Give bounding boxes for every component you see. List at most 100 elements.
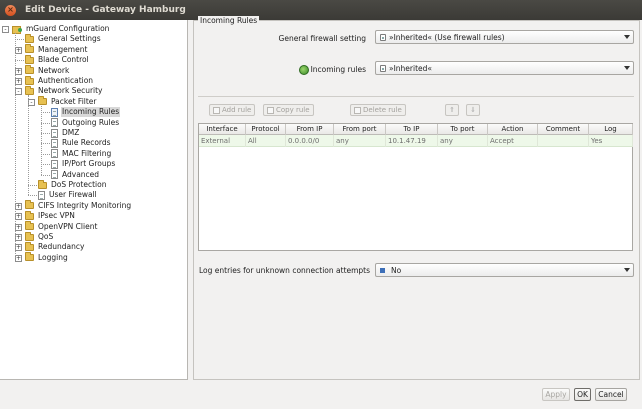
arrow-up-icon: ⇑ [449, 106, 455, 114]
collapse-icon[interactable]: - [28, 98, 35, 106]
log-unknown-value: No [391, 265, 402, 275]
device-icon [12, 25, 22, 34]
arrow-down-icon: ⇓ [470, 106, 476, 114]
tree-item-label: OpenVPN Client [38, 221, 98, 231]
tree-guide [41, 122, 50, 124]
expand-icon[interactable]: + [15, 254, 22, 262]
table-header: Interface Protocol From IP From port To IP To… [199, 124, 633, 135]
tree-item-userfw[interactable]: User Firewall [38, 190, 98, 200]
expand-icon[interactable]: + [15, 213, 22, 221]
tree-item-label: Management [38, 44, 88, 54]
tree-item-auth[interactable]: Authentication [25, 75, 94, 86]
tree-guide [41, 105, 42, 175]
tree-item-netsec[interactable]: Network Security [25, 85, 104, 96]
column-header[interactable]: Action [488, 124, 538, 135]
tree-item-qos[interactable]: QoS [25, 231, 54, 242]
chevron-down-icon [624, 268, 630, 272]
tree-item-root[interactable]: mGuard Configuration [12, 24, 110, 34]
tree-item-label: Advanced [62, 169, 100, 179]
expand-icon[interactable]: + [15, 244, 22, 252]
collapse-icon[interactable]: - [2, 26, 9, 33]
table-cell [538, 135, 589, 147]
tree-item-dmz[interactable]: DMZ [51, 128, 80, 138]
tree-item-openvpn[interactable]: OpenVPN Client [25, 221, 98, 232]
folder-icon [25, 44, 34, 54]
folder-icon [25, 241, 34, 251]
column-header[interactable]: Protocol [246, 124, 286, 135]
ok-button[interactable]: OK [574, 388, 591, 401]
column-header[interactable]: To IP [386, 124, 438, 135]
copy-icon [267, 106, 274, 114]
column-header[interactable]: From port [334, 124, 386, 135]
tree-item-label: Logging [38, 252, 68, 262]
cancel-button[interactable]: Cancel [595, 388, 627, 401]
tree-guide [28, 185, 37, 186]
tree-item-mac[interactable]: MAC Filtering [51, 149, 112, 159]
tree-item-label: Authentication [38, 76, 94, 85]
tree-item-rulerecords[interactable]: Rule Records [51, 138, 112, 148]
folder-icon [25, 85, 34, 95]
tree-guide [41, 133, 50, 134]
copy-rule-button[interactable]: Copy rule [263, 104, 314, 116]
window-title: Edit Device - Gateway Hamburg [25, 5, 186, 15]
tree-item-label: Rule Records [62, 138, 111, 148]
tree-item-cifs[interactable]: CIFS Integrity Monitoring [25, 200, 132, 211]
folder-icon [38, 179, 47, 189]
tree-guide [28, 195, 37, 197]
tree-item-packetfilter[interactable]: Packet Filter [38, 96, 98, 107]
tree-item-dos[interactable]: DoS Protection [38, 179, 107, 190]
column-header[interactable]: Log [589, 124, 633, 135]
incoming-rules-select[interactable]: »Inherited« [375, 61, 634, 75]
expand-icon[interactable]: + [15, 202, 22, 210]
tree-item-label: IP/Port Groups [62, 159, 116, 169]
tree-item-ipport[interactable]: IP/Port Groups [51, 159, 116, 169]
tree-item-label: MAC Filtering [62, 148, 112, 158]
close-icon[interactable]: × [5, 4, 16, 16]
tree-guide [41, 153, 50, 155]
general-firewall-value: »Inherited« (Use firewall rules) [389, 32, 505, 42]
column-header[interactable]: From IP [286, 124, 334, 135]
expand-icon[interactable]: + [15, 67, 22, 75]
table-row[interactable]: External All 0.0.0.0/0 any 10.1.47.19 any Acce… [199, 135, 633, 147]
expand-icon[interactable]: + [15, 46, 22, 54]
window-titlebar: × Edit Device - Gateway Hamburg [0, 0, 642, 20]
navigation-tree: mGuard Configuration - General Settings Man… [0, 20, 188, 380]
move-down-button[interactable]: ⇓ [466, 104, 480, 116]
tree-item-advanced[interactable]: Advanced [51, 170, 100, 180]
expand-icon[interactable]: + [15, 234, 22, 241]
tree-item-ipsec[interactable]: IPsec VPN [25, 210, 76, 221]
column-header[interactable]: Comment [538, 124, 589, 135]
folder-icon [25, 75, 34, 85]
tree-item-label: DMZ [62, 128, 80, 137]
folder-icon [25, 231, 34, 241]
tree-item-blade[interactable]: Blade Control [25, 54, 90, 65]
delete-rule-button[interactable]: Delete rule [350, 104, 406, 116]
tree-item-logging[interactable]: Logging [25, 252, 69, 263]
log-unknown-select[interactable]: No [375, 263, 634, 277]
column-header[interactable]: To port [438, 124, 488, 135]
general-firewall-select[interactable]: »Inherited« (Use firewall rules) [375, 30, 634, 44]
folder-icon [25, 33, 34, 43]
column-header[interactable]: Interface [199, 124, 246, 135]
document-icon [51, 149, 58, 159]
separator [198, 96, 634, 97]
expand-icon[interactable]: + [15, 78, 22, 85]
tree-item-label: General Settings [38, 34, 101, 44]
rules-table: Interface Protocol From IP From port To IP To… [198, 123, 633, 251]
tree-item-outgoing[interactable]: Outgoing Rules [51, 118, 120, 128]
add-rule-button[interactable]: Add rule [209, 104, 256, 116]
tree-item-management[interactable]: Management [25, 44, 88, 55]
tree-item-general[interactable]: General Settings [25, 33, 102, 44]
chevron-down-icon [624, 35, 630, 39]
move-up-button[interactable]: ⇑ [445, 104, 459, 116]
tree-item-network[interactable]: Network [25, 65, 70, 76]
general-firewall-label: General firewall setting [278, 34, 366, 43]
table-cell: Yes [589, 135, 633, 147]
apply-button[interactable]: Apply [542, 388, 570, 401]
collapse-icon[interactable]: - [15, 88, 22, 96]
expand-icon[interactable]: + [15, 223, 22, 231]
inherited-icon [380, 33, 386, 41]
document-icon [51, 159, 58, 169]
tree-item-incoming[interactable]: Incoming Rules [51, 107, 121, 118]
tree-item-redundancy[interactable]: Redundancy [25, 241, 85, 252]
